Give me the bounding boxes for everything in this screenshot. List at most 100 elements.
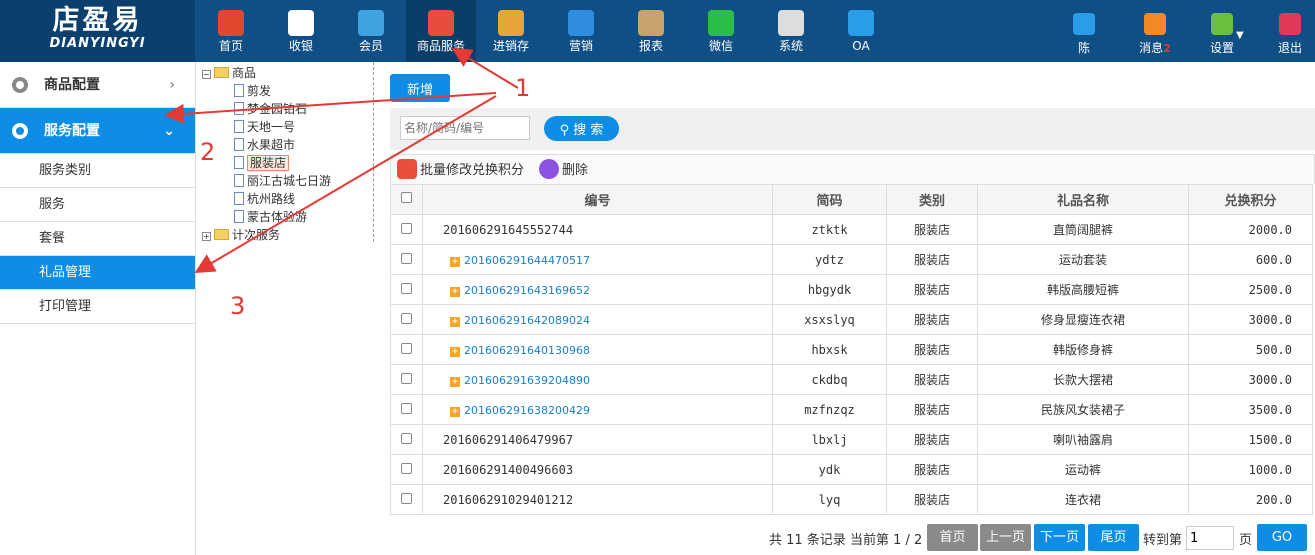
nav-item-goods-service[interactable]: 商品服务 [406, 0, 476, 62]
nav-item-home[interactable]: 首页 [196, 0, 266, 62]
search-button-label: 搜 索 [573, 123, 604, 138]
search-input[interactable] [400, 116, 530, 140]
nav-item-report[interactable]: 报表 [616, 0, 686, 62]
row-checkbox[interactable] [401, 462, 412, 474]
logo-english: DIANYINGYI [49, 36, 146, 51]
tree-node-count-service[interactable]: + 计次服务 [202, 226, 280, 244]
expand-row-icon[interactable]: + [450, 406, 460, 417]
sidebar-item-gift-management[interactable]: 礼品管理 [0, 256, 195, 290]
cell-points: 500.0 [1188, 334, 1313, 365]
user-menu[interactable]: 陈 [1058, 0, 1110, 62]
table-row[interactable]: +201606291644470517 ydtz 服装店 运动套装 600.0 [390, 244, 1313, 275]
table-row[interactable]: +201606291640130968 hbxsk 服装店 韩版修身裤 500.0 [390, 334, 1313, 365]
last-page-button[interactable]: 尾页 [1088, 524, 1139, 551]
table-row[interactable]: +201606291643169652 hbgydk 服装店 韩版高腰短裤 2500.0 [390, 274, 1313, 305]
expand-row-icon[interactable]: + [450, 256, 460, 267]
row-checkbox[interactable] [401, 432, 412, 444]
cell-category: 服装店 [886, 304, 978, 335]
add-button[interactable]: 新增 [390, 74, 450, 102]
column-header-category[interactable]: 类别 [886, 184, 978, 215]
document-icon [234, 102, 244, 115]
document-icon [234, 138, 244, 151]
sidebar-group-service-config[interactable]: 服务配置 ⌄ [0, 108, 195, 154]
cell-category: 服装店 [886, 274, 978, 305]
nav-item-member[interactable]: 会员 [336, 0, 406, 62]
search-button[interactable]: ⚲ 搜 索 [544, 116, 619, 141]
folder-icon [214, 229, 229, 240]
column-header-name[interactable]: 礼品名称 [977, 184, 1189, 215]
tree-node[interactable]: 剪发 [234, 82, 271, 100]
pagination: 共 11 条记录 当前第 1 / 2 首页 上一页 下一页 尾页 转到第 页 G… [380, 524, 1315, 552]
row-checkbox[interactable] [401, 282, 412, 294]
expand-row-icon[interactable]: + [450, 316, 460, 327]
row-checkbox[interactable] [401, 492, 412, 504]
expand-row-icon[interactable]: + [450, 346, 460, 357]
tree-root[interactable]: − 商品 [202, 64, 256, 82]
column-header-points[interactable]: 兑换积分 [1188, 184, 1313, 215]
table-row[interactable]: 201606291645552744 ztktk 服装店 直筒阔腿裤 2000.0 [390, 214, 1313, 245]
code-link[interactable]: 201606291643169652 [464, 284, 590, 297]
row-checkbox[interactable] [401, 312, 412, 324]
nav-item-inventory[interactable]: 进销存 [476, 0, 546, 62]
tree-node[interactable]: 水果超市 [234, 136, 295, 154]
sidebar-group-goods-config[interactable]: 商品配置 › [0, 62, 195, 108]
table-row[interactable]: +201606291638200429 mzfnzqz 服装店 民族风女装裙子 3500… [390, 394, 1313, 425]
collapse-icon[interactable]: − [202, 70, 211, 79]
row-checkbox[interactable] [401, 222, 412, 234]
document-icon [234, 192, 244, 205]
table-row[interactable]: 201606291406479967 lbxlj 服装店 喇叭袖露肩 1500.0 [390, 424, 1313, 455]
goto-label: 转到第 [1143, 533, 1183, 548]
expand-row-icon[interactable]: + [450, 286, 460, 297]
settings-menu[interactable]: 设置 ▼ [1196, 0, 1248, 62]
sidebar-item-print-management[interactable]: 打印管理 [0, 290, 195, 324]
tree-node[interactable]: 丽江古城七日游 [234, 172, 331, 190]
row-checkbox[interactable] [401, 402, 412, 414]
user-icon [1073, 13, 1095, 35]
row-checkbox[interactable] [401, 252, 412, 264]
delete-button[interactable]: 删除 [539, 159, 588, 179]
code-link[interactable]: 201606291638200429 [464, 404, 590, 417]
go-button[interactable]: GO [1257, 524, 1307, 551]
tree-node[interactable]: 杭州路线 [234, 190, 295, 208]
table-row[interactable]: +201606291639204890 ckdbq 服装店 长款大摆裙 3000.0 [390, 364, 1313, 395]
messages-menu[interactable]: 消息2 [1124, 0, 1186, 62]
tree-node[interactable]: 梦金园铂石 [234, 100, 307, 118]
nav-item-oa[interactable]: OA [826, 0, 896, 62]
expand-icon[interactable]: + [202, 232, 211, 241]
sidebar-item-service-category[interactable]: 服务类别 [0, 154, 195, 188]
table-row[interactable]: +201606291642089024 xsxslyq 服装店 修身显瘦连衣裙 3000… [390, 304, 1313, 335]
nav-item-cashier[interactable]: 收银 [266, 0, 336, 62]
row-checkbox[interactable] [401, 342, 412, 354]
sidebar-item-package[interactable]: 套餐 [0, 222, 195, 256]
tree-node[interactable]: 蒙古体验游 [234, 208, 307, 226]
prev-page-button[interactable]: 上一页 [980, 524, 1031, 551]
delete-icon [539, 159, 559, 179]
table-row[interactable]: 201606291400496603 ydk 服装店 运动裤 1000.0 [390, 454, 1313, 485]
expand-row-icon[interactable]: + [450, 376, 460, 387]
nav-item-monitor[interactable]: 系统 [756, 0, 826, 62]
code-link[interactable]: 201606291642089024 [464, 314, 590, 327]
column-header-code[interactable]: 编号 [422, 184, 773, 215]
tree-node[interactable]: 天地一号 [234, 118, 295, 136]
table-row[interactable]: 201606291029401212 lyq 服装店 连衣裙 200.0 [390, 484, 1313, 515]
code-link[interactable]: 201606291644470517 [464, 254, 590, 267]
row-select-cell [390, 454, 423, 485]
cell-points: 3500.0 [1188, 394, 1313, 425]
select-all-checkbox[interactable] [401, 192, 412, 203]
logout-button[interactable]: 退出 [1266, 0, 1314, 62]
code-link[interactable]: 201606291640130968 [464, 344, 590, 357]
inventory-icon [498, 10, 524, 36]
tree-node-label: 梦金园铂石 [247, 102, 308, 116]
next-page-button[interactable]: 下一页 [1034, 524, 1085, 551]
sidebar-group-label: 服务配置 [44, 123, 100, 139]
nav-item-megaphone[interactable]: 营销 [546, 0, 616, 62]
batch-edit-points-button[interactable]: 批量修改兑换积分 [397, 159, 524, 179]
code-link[interactable]: 201606291639204890 [464, 374, 590, 387]
first-page-button[interactable]: 首页 [927, 524, 978, 551]
nav-item-wechat[interactable]: 微信 [686, 0, 756, 62]
column-header-short[interactable]: 简码 [772, 184, 887, 215]
sidebar-item-service[interactable]: 服务 [0, 188, 195, 222]
tree-node[interactable]: 服装店 [234, 154, 290, 172]
row-checkbox[interactable] [401, 372, 412, 384]
page-number-input[interactable] [1186, 526, 1234, 550]
